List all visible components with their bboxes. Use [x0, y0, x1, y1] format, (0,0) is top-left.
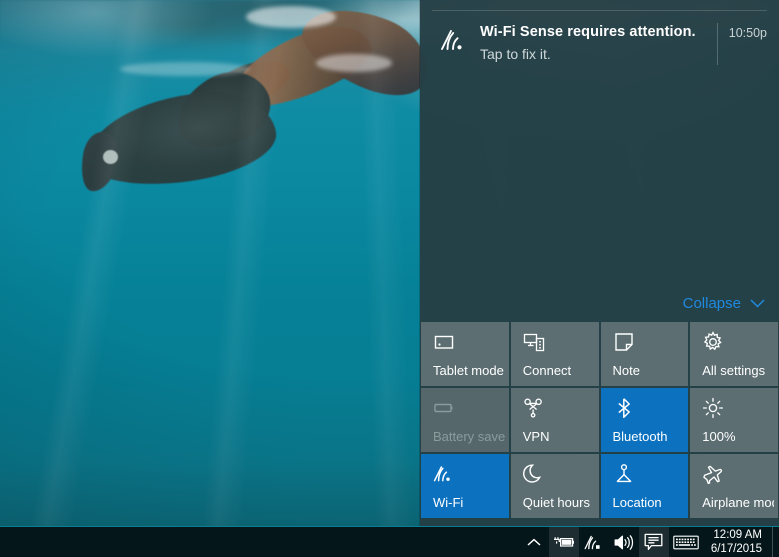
- quick-action-location[interactable]: Location: [600, 454, 689, 518]
- show-hidden-icons-button[interactable]: [519, 527, 549, 557]
- notification-item[interactable]: Wi-Fi Sense requires attention. Tap to f…: [420, 11, 779, 79]
- notification-text: Wi-Fi Sense requires attention. Tap to f…: [478, 23, 707, 64]
- taskbar: 12:09 AM 6/17/2015: [0, 526, 779, 557]
- brightness-icon: [702, 397, 724, 419]
- quick-action-label: Quiet hours: [522, 495, 590, 510]
- connect-icon: [523, 331, 545, 353]
- bluetooth-icon: [613, 397, 635, 419]
- battery-charging-icon: [553, 534, 575, 550]
- quick-action-brightness[interactable]: 100%: [690, 388, 778, 452]
- battery-icon: [433, 397, 455, 419]
- quick-action-label: Connect: [522, 363, 572, 378]
- quick-action-label: VPN: [522, 429, 550, 444]
- notification-body: Tap to fix it.: [480, 46, 551, 62]
- wifi-icon: [433, 463, 455, 485]
- note-icon: [613, 331, 635, 353]
- quick-action-note[interactable]: Note: [600, 322, 689, 386]
- quick-action-label: Wi-Fi: [433, 495, 464, 510]
- network-tray-button[interactable]: [579, 527, 609, 557]
- wifi-sense-icon: [432, 23, 478, 54]
- wifi-icon: [584, 534, 603, 551]
- moon-icon: [522, 463, 545, 485]
- gear-icon: [702, 331, 724, 353]
- airplane-icon: [702, 463, 724, 485]
- collapse-label: Collapse: [682, 294, 741, 312]
- location-icon: [613, 463, 635, 485]
- touch-keyboard-button[interactable]: [669, 527, 703, 557]
- notification-title: Wi-Fi Sense requires attention.: [480, 24, 696, 40]
- action-center-icon: [644, 533, 663, 551]
- quick-action-quiet-hours[interactable]: Quiet hours: [510, 454, 599, 518]
- taskbar-clock[interactable]: 12:09 AM 6/17/2015: [703, 527, 772, 557]
- quick-action-label: Location: [612, 495, 662, 510]
- screen: Wi-Fi Sense requires attention. Tap to f…: [0, 0, 779, 557]
- quick-action-vpn[interactable]: VPN: [510, 388, 599, 452]
- quick-action-label: Note: [612, 363, 640, 378]
- quick-action-label: Bluetooth: [612, 429, 668, 444]
- chevron-up-icon: [527, 538, 541, 547]
- quick-action-label: Airplane mode: [702, 495, 774, 510]
- chevron-down-icon: [750, 298, 765, 308]
- battery-tray-button[interactable]: [548, 527, 579, 557]
- notification-timestamp: 10:50p: [728, 26, 767, 40]
- quick-action-battery-saver[interactable]: Battery saver: [421, 388, 509, 452]
- action-center-panel: Wi-Fi Sense requires attention. Tap to f…: [420, 0, 779, 526]
- quick-action-wifi[interactable]: Wi-Fi: [421, 454, 509, 518]
- tablet-icon: [433, 331, 455, 353]
- action-center-button[interactable]: [638, 527, 669, 557]
- quick-action-bluetooth[interactable]: Bluetooth: [600, 388, 689, 452]
- quick-action-label: Battery saver: [433, 429, 505, 444]
- quick-action-all-settings[interactable]: All settings: [690, 322, 778, 386]
- clock-date: 6/17/2015: [710, 543, 762, 555]
- system-tray: 12:09 AM 6/17/2015: [519, 527, 779, 557]
- notification-list: Wi-Fi Sense requires attention. Tap to f…: [420, 0, 779, 286]
- vpn-icon: [523, 397, 545, 419]
- quick-action-connect[interactable]: Connect: [510, 322, 599, 386]
- taskbar-empty-area[interactable]: [0, 527, 519, 557]
- notification-separator: [716, 23, 718, 65]
- show-desktop-button[interactable]: [772, 527, 779, 557]
- quick-action-label: All settings: [702, 363, 766, 378]
- quick-action-label: Tablet mode: [433, 363, 504, 378]
- quick-action-label: 100%: [702, 429, 736, 444]
- notification-time-wrap: 10:50p: [707, 23, 767, 65]
- volume-tray-button[interactable]: [609, 527, 639, 557]
- clock-time: 12:09 AM: [713, 529, 762, 541]
- quick-action-airplane-mode[interactable]: Airplane mode: [690, 454, 778, 518]
- speaker-icon: [614, 534, 634, 551]
- keyboard-icon: [673, 535, 699, 550]
- quick-action-tablet-mode[interactable]: Tablet mode: [421, 322, 509, 386]
- collapse-row: Collapse: [420, 286, 779, 320]
- collapse-button[interactable]: Collapse: [683, 295, 765, 312]
- quick-actions-grid: Tablet mode Connect Note All settings Ba…: [420, 322, 779, 518]
